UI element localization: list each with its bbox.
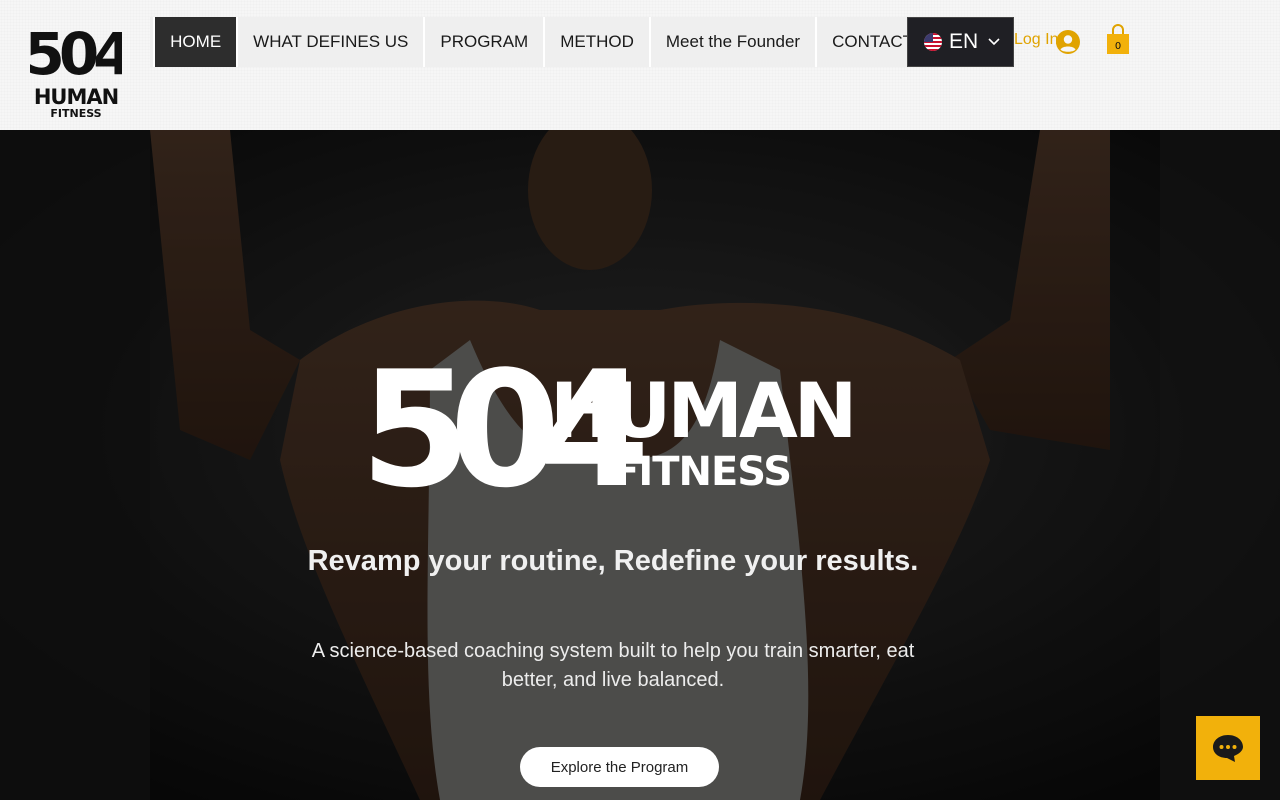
chat-bubble-icon — [1213, 735, 1243, 762]
hero-logo-word: HUMAN — [550, 366, 853, 455]
hero-section: 504 HUMAN FITNESS Revamp your routine, R… — [0, 130, 1280, 800]
language-code: EN — [949, 30, 979, 53]
nav-item-meet-the-founder[interactable]: Meet the Founder — [650, 17, 818, 67]
nav-item-what-defines-us[interactable]: WHAT DEFINES US — [238, 17, 426, 67]
us-flag-icon — [924, 33, 942, 51]
login-link[interactable]: Log In — [1014, 31, 1058, 49]
site-header: 504 HUMAN FITNESS HOME WHAT DEFINES US P… — [0, 0, 1280, 130]
logo-numbers: 504 — [30, 20, 122, 88]
main-nav: HOME WHAT DEFINES US PROGRAM METHOD Meet… — [150, 17, 930, 67]
logo-sub: FITNESS — [50, 107, 101, 120]
explore-program-button[interactable]: Explore the Program — [520, 747, 719, 787]
nav-item-home[interactable]: HOME — [155, 17, 239, 67]
shopping-bag-icon[interactable]: 0 — [1105, 24, 1131, 56]
brand-logo[interactable]: 504 HUMAN FITNESS — [30, 14, 122, 120]
hero-subtext: A science-based coaching system built to… — [311, 640, 915, 691]
cart-count: 0 — [1115, 41, 1121, 52]
language-selector[interactable]: EN — [907, 17, 1014, 67]
logo-word: HUMAN — [34, 85, 118, 109]
nav-item-program[interactable]: PROGRAM — [425, 17, 546, 67]
user-avatar-icon[interactable] — [1056, 30, 1080, 54]
nav-item-method[interactable]: METHOD — [545, 17, 651, 67]
hero-tagline: Revamp your routine, Redefine your resul… — [307, 545, 919, 577]
hero-logo-sub: FITNESS — [612, 449, 791, 495]
chat-widget-button[interactable] — [1196, 716, 1260, 780]
hero-brand-logo: 504 HUMAN FITNESS — [360, 345, 857, 515]
chevron-down-icon — [988, 38, 1000, 46]
